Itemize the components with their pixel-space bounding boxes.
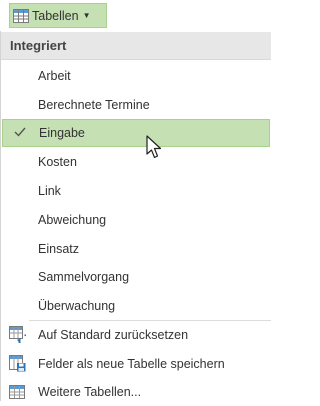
menu-item-kosten[interactable]: Kosten xyxy=(2,148,270,176)
tables-dropdown-button[interactable]: Tabellen ▼ xyxy=(9,3,107,28)
menu-item-label: Einsatz xyxy=(38,242,79,256)
menu-item-label: Kosten xyxy=(38,155,77,169)
menu-item-arbeit[interactable]: Arbeit xyxy=(2,62,270,90)
checkmark-icon xyxy=(14,127,26,137)
tables-button-label: Tabellen xyxy=(32,8,79,23)
menu-item-label: Felder als neue Tabelle speichern xyxy=(38,357,225,371)
tables-menu: Integriert Arbeit Berechnete Termine Ein… xyxy=(0,31,271,401)
chevron-down-icon: ▼ xyxy=(82,11,91,20)
reset-to-default-button[interactable]: Auf Standard zurücksetzen xyxy=(2,321,270,349)
menu-item-label: Sammelvorgang xyxy=(38,270,130,284)
reset-table-icon xyxy=(9,326,26,343)
menu-item-eingabe[interactable]: Eingabe xyxy=(2,119,270,147)
menu-item-abweichung[interactable]: Abweichung xyxy=(2,206,270,234)
menu-item-label: Eingabe xyxy=(39,126,85,140)
menu-item-label: Überwachung xyxy=(38,299,116,313)
menu-item-label: Auf Standard zurücksetzen xyxy=(38,328,189,342)
mouse-pointer-icon xyxy=(146,135,162,159)
menu-item-label: Arbeit xyxy=(38,69,71,83)
menu-item-einsatz[interactable]: Einsatz xyxy=(2,235,270,263)
more-tables-button[interactable]: Weitere Tabellen... xyxy=(2,378,270,406)
menu-item-sammelvorgang[interactable]: Sammelvorgang xyxy=(2,263,270,291)
menu-item-link[interactable]: Link xyxy=(2,177,270,205)
table-icon xyxy=(13,8,29,23)
menu-item-ueberwachung[interactable]: Überwachung xyxy=(2,292,270,320)
menu-item-label: Abweichung xyxy=(38,213,107,227)
menu-item-berechnete-termine[interactable]: Berechnete Termine xyxy=(2,91,270,119)
save-table-icon xyxy=(9,355,26,372)
menu-item-label: Link xyxy=(38,184,61,198)
toolbar: Tabellen ▼ xyxy=(0,0,270,30)
save-fields-as-table-button[interactable]: Felder als neue Tabelle speichern xyxy=(2,350,270,378)
menu-item-label: Weitere Tabellen... xyxy=(38,385,142,399)
menu-item-label: Berechnete Termine xyxy=(38,98,150,112)
section-header-integriert: Integriert xyxy=(1,32,271,60)
more-tables-icon xyxy=(9,385,25,399)
